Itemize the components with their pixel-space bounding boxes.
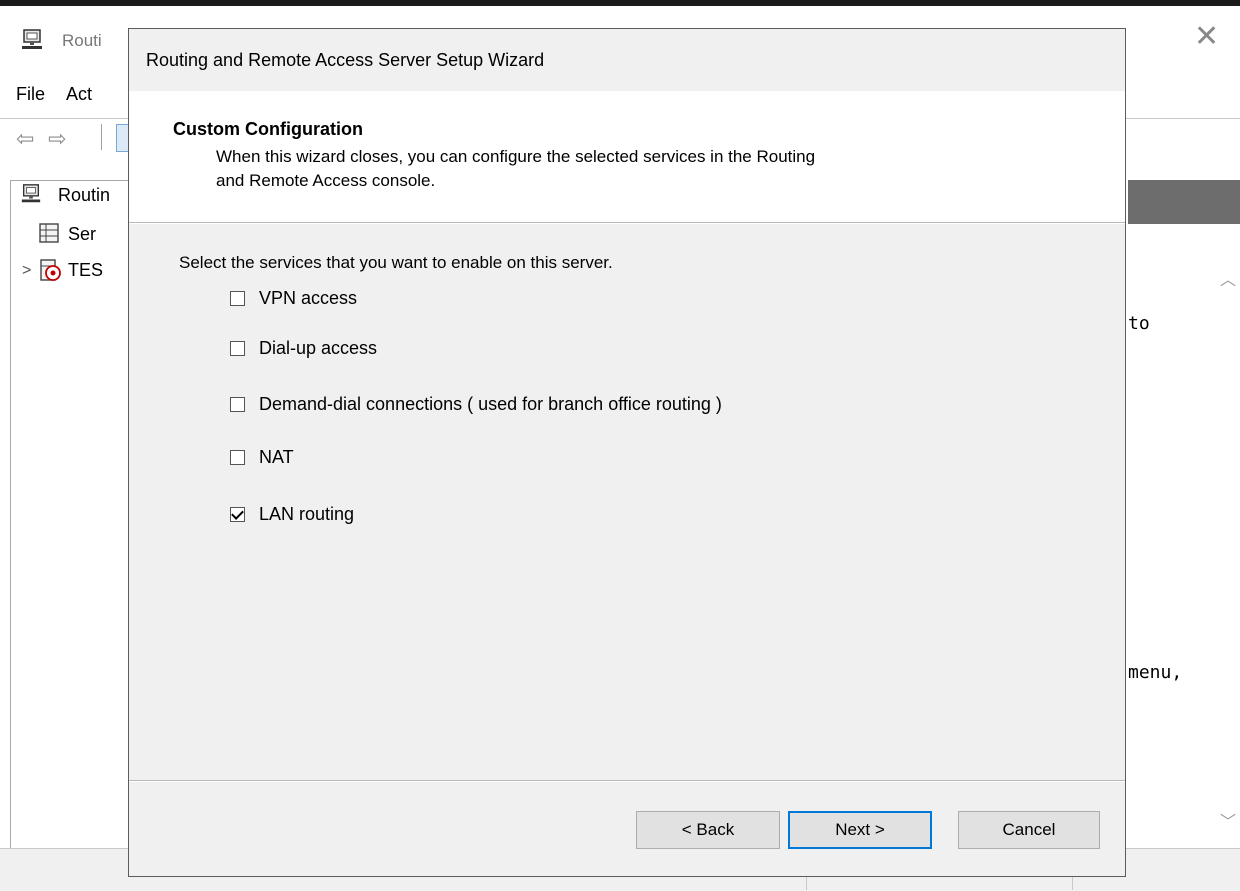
scroll-down-icon[interactable]: ﹀ (1220, 808, 1236, 832)
cancel-button[interactable]: Cancel (958, 811, 1100, 849)
back-arrow-icon[interactable]: ⇦ (16, 126, 34, 152)
chevron-right-icon[interactable]: > (22, 262, 31, 280)
menu-action[interactable]: Act (66, 84, 92, 105)
checkbox-box[interactable] (230, 397, 245, 412)
tree-item-host[interactable]: TES (68, 260, 103, 281)
checkbox-label: VPN access (259, 288, 358, 308)
back-button[interactable]: < Back (636, 811, 780, 849)
toolbar-separator (101, 124, 102, 150)
checkbox-box[interactable] (230, 291, 245, 306)
checkbox-box[interactable] (230, 507, 245, 522)
header-divider-highlight (129, 223, 1125, 224)
menu-file[interactable]: File (16, 84, 45, 105)
server-stopped-icon (40, 259, 61, 281)
routing-server-icon (22, 29, 42, 49)
routing-server-icon (21, 184, 41, 203)
checkbox-label: NAT (259, 447, 294, 467)
services-prompt: Select the services that you want to ena… (179, 253, 613, 272)
background-window-title: Routi (62, 31, 102, 50)
footer-divider-highlight (129, 781, 1125, 782)
scroll-up-icon[interactable]: ︿ (1220, 266, 1236, 290)
tree-item-root[interactable]: Routin (58, 185, 110, 206)
checkbox-label: LAN routing (259, 504, 355, 524)
next-button[interactable]: Next > (788, 811, 932, 849)
checkbox-label: Dial-up access (259, 338, 378, 358)
checkbox-box[interactable] (230, 450, 245, 465)
page-description-line-1: When this wizard closes, you can configu… (216, 147, 816, 166)
lan-routing-checkbox[interactable]: LAN routing (230, 504, 354, 525)
demand-dial-checkbox[interactable]: Demand-dial connections ( used for branc… (230, 394, 722, 415)
vpn-access-checkbox[interactable]: VPN access (230, 288, 357, 309)
details-text-fragment: to (1128, 313, 1150, 334)
nat-checkbox[interactable]: NAT (230, 447, 294, 468)
page-description-line-2: and Remote Access console. (216, 171, 436, 190)
tree-item-server-status[interactable]: Ser (68, 224, 96, 245)
close-icon[interactable]: ✕ (1194, 22, 1219, 52)
dialup-access-checkbox[interactable]: Dial-up access (230, 338, 377, 359)
server-list-icon (39, 223, 59, 243)
checkbox-box[interactable] (230, 341, 245, 356)
page-heading: Custom Configuration (173, 119, 363, 139)
checkbox-label: Demand-dial connections ( used for branc… (259, 394, 722, 414)
wizard-title: Routing and Remote Access Server Setup W… (146, 50, 545, 70)
details-header-bar (1128, 180, 1240, 224)
details-text-fragment: menu, (1128, 662, 1183, 683)
forward-arrow-icon[interactable]: ⇨ (48, 126, 66, 152)
